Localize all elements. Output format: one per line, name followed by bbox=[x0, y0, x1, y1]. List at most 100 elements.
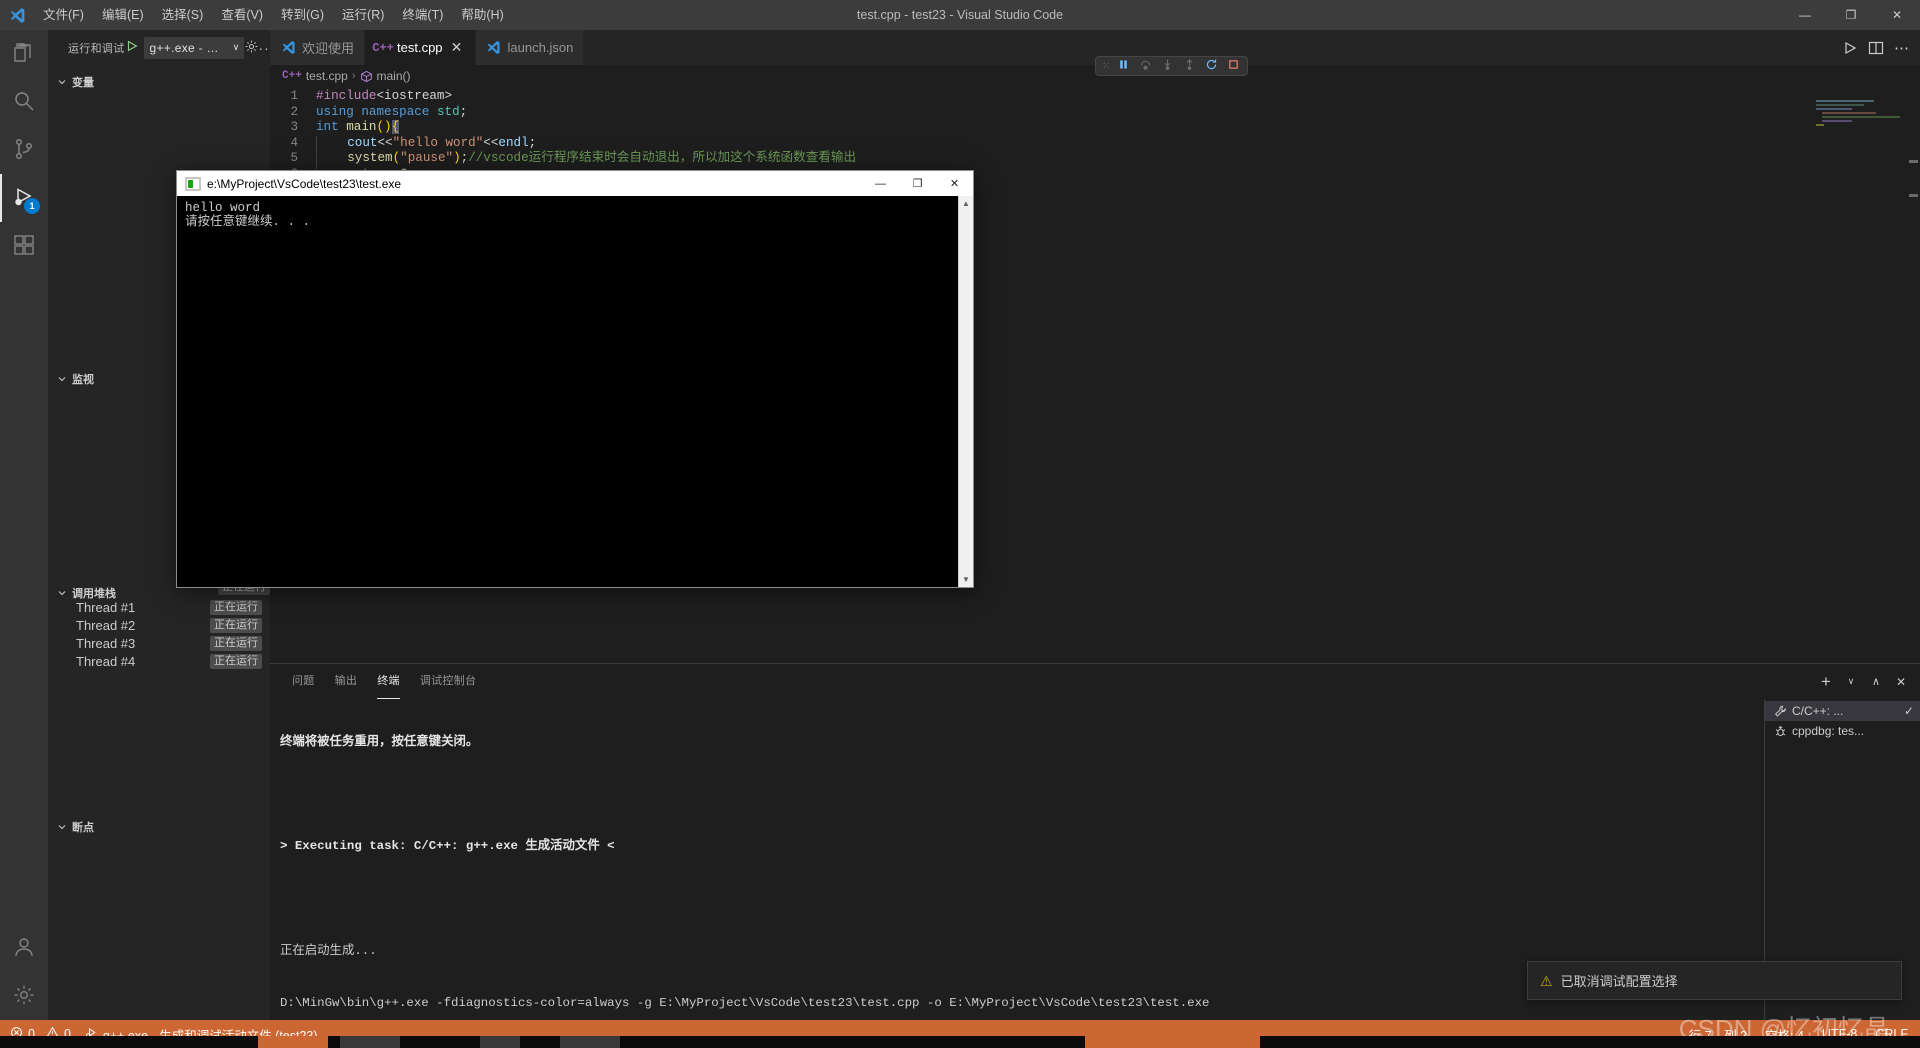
terminal-tab-cpp-task[interactable]: C/C++: ... ✓ bbox=[1765, 701, 1920, 721]
editor-actions: ⋯ bbox=[1842, 30, 1920, 65]
notification-message: 已取消调试配置选择 bbox=[1560, 974, 1678, 989]
scroll-down-icon[interactable]: ▼ bbox=[959, 572, 973, 587]
new-terminal-button[interactable]: + bbox=[1817, 672, 1835, 691]
tab-welcome[interactable]: 欢迎使用 bbox=[270, 30, 366, 65]
console-close-button[interactable]: ✕ bbox=[936, 171, 973, 196]
step-over-icon bbox=[1139, 58, 1152, 74]
chevron-down-icon: ∨ bbox=[232, 42, 240, 52]
activity-bar: 1 bbox=[0, 30, 48, 1020]
chevron-down-icon bbox=[56, 76, 68, 88]
thread-label: Thread #4 bbox=[76, 653, 136, 669]
table-row[interactable]: Thread #1 正在运行 bbox=[48, 598, 270, 616]
console-app-icon bbox=[185, 176, 201, 191]
terminal-output[interactable]: 终端将被任务重用，按任意键关闭。 > Executing task: C/C++… bbox=[270, 699, 1720, 1020]
thread-label: Thread #1 bbox=[76, 599, 136, 615]
terminal-line: 终端将被任务重用，按任意键关闭。 bbox=[280, 734, 479, 749]
menu-selection[interactable]: 选择(S) bbox=[153, 0, 213, 30]
debug-configuration-value: g++.exe - 生成 bbox=[149, 41, 229, 55]
pause-button[interactable] bbox=[1114, 57, 1133, 75]
tools-icon bbox=[1773, 705, 1787, 718]
tab-output[interactable]: 输出 bbox=[325, 664, 368, 699]
debug-toolbar[interactable]: ⁙ bbox=[1095, 56, 1249, 76]
maximize-button[interactable]: ❐ bbox=[1828, 0, 1874, 30]
manage-settings-button[interactable] bbox=[0, 972, 48, 1020]
menu-terminal[interactable]: 终端(T) bbox=[393, 0, 452, 30]
stop-button[interactable] bbox=[1224, 57, 1243, 75]
more-actions-icon[interactable]: ⋯ bbox=[1894, 39, 1910, 57]
run-icon[interactable] bbox=[1842, 40, 1858, 56]
section-breakpoints[interactable]: 断点 bbox=[48, 816, 270, 838]
terminal-tab-cppdbg[interactable]: cppdbg: tes... bbox=[1765, 721, 1920, 741]
console-minimize-button[interactable]: — bbox=[862, 171, 899, 196]
title-bar: 文件(F) 编辑(E) 选择(S) 查看(V) 转到(G) 运行(R) 终端(T… bbox=[0, 0, 1920, 30]
code-token: #include bbox=[316, 89, 377, 103]
sidebar-item-explorer[interactable] bbox=[0, 30, 48, 78]
tab-debug-console[interactable]: 调试控制台 bbox=[410, 664, 487, 699]
minimize-button[interactable]: — bbox=[1782, 0, 1828, 30]
menu-run[interactable]: 运行(R) bbox=[333, 0, 393, 30]
chevron-down-icon bbox=[56, 373, 68, 385]
sidebar-item-run-and-debug[interactable]: 1 bbox=[0, 174, 48, 222]
section-variables[interactable]: 变量 bbox=[48, 71, 270, 93]
maximize-panel-button[interactable]: ∧ bbox=[1867, 673, 1885, 691]
close-button[interactable]: ✕ bbox=[1874, 0, 1920, 30]
step-out-button[interactable] bbox=[1180, 57, 1199, 75]
code-line: 3 int main(){ bbox=[270, 120, 1920, 136]
breadcrumb-symbol[interactable]: main() bbox=[360, 69, 411, 83]
sidebar-item-search[interactable] bbox=[0, 78, 48, 126]
console-scrollbar[interactable]: ▲ ▼ bbox=[958, 196, 973, 587]
code-line: 2 using namespace std; bbox=[270, 105, 1920, 121]
editor-scrollbar[interactable] bbox=[1906, 98, 1920, 278]
menu-view[interactable]: 查看(V) bbox=[212, 0, 272, 30]
menu-edit[interactable]: 编辑(E) bbox=[93, 0, 153, 30]
drag-handle[interactable]: ⁙ bbox=[1100, 61, 1111, 72]
close-icon[interactable]: ✕ bbox=[449, 39, 465, 56]
scroll-up-icon[interactable]: ▲ bbox=[959, 196, 973, 211]
menu-bar[interactable]: 文件(F) 编辑(E) 选择(S) 查看(V) 转到(G) 运行(R) 终端(T… bbox=[34, 0, 513, 30]
restart-button[interactable] bbox=[1202, 57, 1221, 75]
step-over-button[interactable] bbox=[1136, 57, 1155, 75]
minimap[interactable] bbox=[1816, 100, 1906, 200]
code-token: int bbox=[316, 120, 339, 135]
close-panel-button[interactable]: ✕ bbox=[1892, 673, 1910, 691]
vscode-icon bbox=[486, 40, 502, 56]
accounts-button[interactable] bbox=[0, 924, 48, 972]
notification-toast[interactable]: ⚠ 已取消调试配置选择 bbox=[1527, 961, 1902, 1000]
os-taskbar bbox=[0, 1036, 1920, 1048]
menu-help[interactable]: 帮助(H) bbox=[452, 0, 512, 30]
taskbar-item[interactable] bbox=[480, 1036, 520, 1048]
taskbar-item[interactable] bbox=[560, 1036, 620, 1048]
taskbar-item-vscode[interactable] bbox=[258, 1036, 328, 1048]
console-window[interactable]: e:\MyProject\VsCode\test23\test.exe — ❐ … bbox=[176, 170, 974, 588]
taskbar-item[interactable] bbox=[340, 1036, 400, 1048]
tab-problems[interactable]: 问题 bbox=[282, 664, 325, 699]
open-launch-json-button[interactable] bbox=[244, 37, 259, 59]
start-debugging-button[interactable] bbox=[125, 39, 139, 56]
table-row[interactable]: Thread #2 正在运行 bbox=[48, 616, 270, 634]
restart-icon bbox=[1205, 58, 1218, 74]
tab-test-cpp[interactable]: C++ test.cpp ✕ bbox=[365, 30, 476, 65]
table-row[interactable]: Thread #4 正在运行 bbox=[48, 652, 270, 670]
console-output[interactable]: hello word 请按任意键继续. . . bbox=[177, 196, 973, 587]
taskbar-item-active[interactable] bbox=[1085, 1036, 1260, 1048]
debug-configuration-dropdown[interactable]: g++.exe - 生成 ∨ bbox=[143, 36, 244, 59]
table-row[interactable]: Thread #3 正在运行 bbox=[48, 634, 270, 652]
split-editor-icon[interactable] bbox=[1868, 40, 1884, 56]
chevron-down-icon[interactable]: ∨ bbox=[1842, 673, 1860, 691]
tab-launch-json[interactable]: launch.json bbox=[475, 30, 585, 65]
console-window-controls[interactable]: — ❐ ✕ bbox=[862, 171, 973, 196]
line-number: 4 bbox=[290, 135, 298, 150]
console-maximize-button[interactable]: ❐ bbox=[899, 171, 936, 196]
tab-terminal[interactable]: 终端 bbox=[367, 664, 410, 699]
breadcrumb-file-label: test.cpp bbox=[305, 69, 348, 83]
console-title-bar[interactable]: e:\MyProject\VsCode\test23\test.exe — ❐ … bbox=[177, 171, 973, 196]
window-controls[interactable]: — ❐ ✕ bbox=[1782, 0, 1920, 30]
step-into-button[interactable] bbox=[1158, 57, 1177, 75]
sidebar-item-source-control[interactable] bbox=[0, 126, 48, 174]
extensions-icon bbox=[12, 233, 36, 260]
sidebar-item-extensions[interactable] bbox=[0, 222, 48, 270]
sidebar-header: 运行和调试 g++.exe - 生成 ∨ ··· bbox=[48, 30, 275, 65]
breadcrumb-file[interactable]: C++ test.cpp bbox=[282, 69, 348, 83]
menu-file[interactable]: 文件(F) bbox=[34, 0, 93, 30]
menu-go[interactable]: 转到(G) bbox=[272, 0, 333, 30]
